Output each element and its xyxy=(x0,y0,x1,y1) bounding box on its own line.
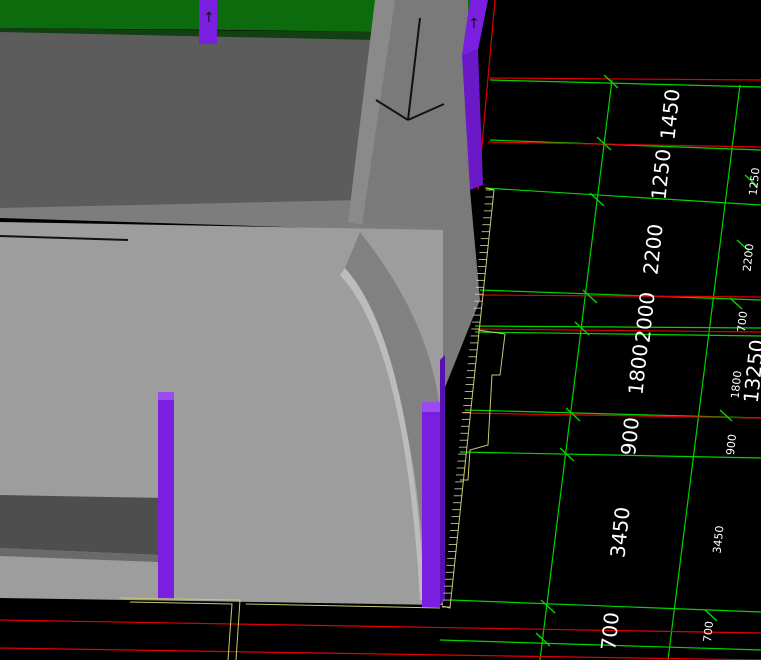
green-slab xyxy=(0,0,375,32)
grid-line xyxy=(484,187,761,206)
column-side xyxy=(440,355,445,605)
grid-line xyxy=(0,619,761,634)
dimension-label: 2000 xyxy=(630,291,659,344)
tick xyxy=(704,609,718,622)
dimension-label: 1250 xyxy=(646,148,675,201)
dimension-label-small: 700 xyxy=(735,311,750,333)
dimension-label: 3450 xyxy=(605,506,634,559)
tick xyxy=(719,409,733,422)
dimension-label: 1450 xyxy=(655,88,684,141)
grid-line xyxy=(667,84,741,660)
tick xyxy=(540,599,556,614)
dimension-label: 2200 xyxy=(638,223,667,276)
back-wall xyxy=(0,32,375,212)
overall-dimension-label: 13250 xyxy=(739,338,761,404)
dimension-label: 1800 xyxy=(623,343,652,396)
dimension-label: 900 xyxy=(616,416,644,456)
scene-canvas[interactable]: ↑ ↑ 1450 1250 2200 2000 1800 900 3450 70… xyxy=(0,0,761,660)
dimension-label-small: 2200 xyxy=(741,243,757,272)
dimension-labels: 1450 1250 2200 2000 1800 900 3450 700 12… xyxy=(596,88,761,652)
axis-marker-icon: ↑ xyxy=(468,16,480,32)
grid-line xyxy=(449,599,761,613)
column[interactable] xyxy=(158,392,174,599)
grid-line xyxy=(0,647,761,660)
grid-line xyxy=(474,328,761,333)
building-model[interactable]: ↑ ↑ xyxy=(0,0,506,660)
dimension-label-small: 3450 xyxy=(711,525,727,554)
green-grid-horizontal xyxy=(439,79,761,651)
grid-line xyxy=(474,331,761,337)
grid-line xyxy=(487,141,761,148)
column[interactable] xyxy=(422,402,440,607)
grid-line xyxy=(539,79,613,660)
column-top xyxy=(422,402,440,412)
dimension-label-small: 900 xyxy=(724,434,739,456)
dimension-label: 700 xyxy=(596,611,624,651)
lower-wall xyxy=(0,495,165,555)
grid-line xyxy=(489,77,761,81)
cad-3d-viewport[interactable]: ↑ ↑ 1450 1250 2200 2000 1800 900 3450 70… xyxy=(0,0,761,660)
axis-marker-icon: ↑ xyxy=(203,10,215,26)
grid-line xyxy=(474,325,761,329)
dimension-label-small: 700 xyxy=(701,621,716,643)
dimension-label-small: 1250 xyxy=(747,167,761,196)
grid-line xyxy=(459,451,761,459)
grid-line xyxy=(489,79,761,88)
column-top xyxy=(158,392,174,400)
